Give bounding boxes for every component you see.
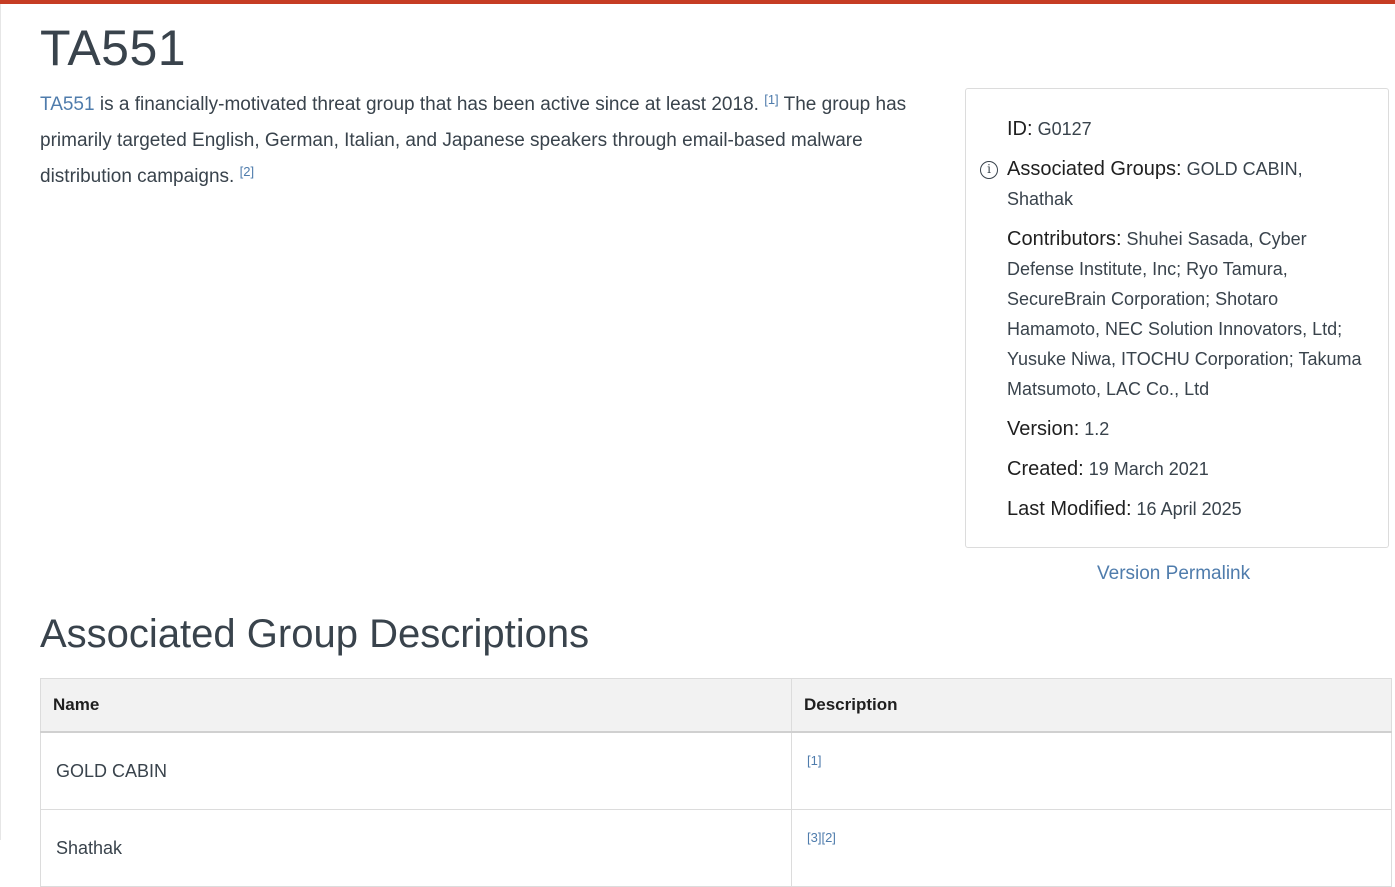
table-header-row: Name Description bbox=[40, 678, 1392, 733]
page-title: TA551 bbox=[40, 20, 187, 76]
last-modified-value: 16 April 2025 bbox=[1136, 499, 1242, 519]
id-label: ID bbox=[1007, 118, 1027, 140]
ta551-link[interactable]: TA551 bbox=[40, 94, 95, 115]
contributors-label: Contributors bbox=[1007, 228, 1116, 250]
info-icon[interactable]: i bbox=[980, 161, 998, 179]
version-permalink[interactable]: Version Permalink bbox=[1097, 563, 1250, 585]
citation-2[interactable]: [2] bbox=[240, 164, 254, 179]
top-accent-bar bbox=[0, 0, 1395, 4]
associated-groups-row: Associated Groups: GOLD CABIN, Shathak bbox=[1007, 158, 1303, 209]
version-value: 1.2 bbox=[1084, 419, 1110, 439]
citation-link[interactable]: [2] bbox=[821, 830, 835, 845]
contributors-row: Contributors: Shuhei Sasada, Cyber Defen… bbox=[1007, 228, 1362, 399]
group-refs-cell: [3][2] bbox=[791, 809, 1392, 887]
group-description: TA551 is a financially-motivated threat … bbox=[40, 87, 925, 195]
group-refs-cell: [1] bbox=[791, 731, 1392, 810]
created-value: 19 March 2021 bbox=[1088, 459, 1209, 479]
last-modified-label: Last Modified bbox=[1007, 498, 1126, 520]
description-text-1: is a financially-motivated threat group … bbox=[94, 94, 765, 115]
group-name-cell: Shathak bbox=[40, 809, 792, 887]
column-header-description[interactable]: Description bbox=[791, 678, 1392, 733]
table-row: Shathak [3][2] bbox=[40, 809, 1392, 887]
section-title: Associated Group Descriptions bbox=[40, 612, 590, 656]
citation-link[interactable]: [3] bbox=[807, 830, 821, 845]
contributors-value: Shuhei Sasada, Cyber Defense Institute, … bbox=[1007, 229, 1362, 399]
associated-groups-label: Associated Groups bbox=[1007, 158, 1176, 180]
citation-link[interactable]: [1] bbox=[807, 753, 821, 768]
associated-groups-table: Name Description GOLD CABIN [1] Shathak … bbox=[40, 678, 1392, 887]
created-label: Created bbox=[1007, 458, 1079, 480]
group-name-cell: GOLD CABIN bbox=[40, 731, 792, 810]
id-value: G0127 bbox=[1037, 119, 1092, 139]
id-row: ID: G0127 bbox=[1007, 118, 1092, 140]
version-label: Version bbox=[1007, 418, 1074, 440]
citation-1[interactable]: [1] bbox=[764, 92, 778, 107]
metadata-card: ID: G0127 i Associated Groups: GOLD CABI… bbox=[965, 88, 1389, 548]
left-border bbox=[0, 4, 1, 840]
table-row: GOLD CABIN [1] bbox=[40, 731, 1392, 810]
created-row: Created: 19 March 2021 bbox=[1007, 458, 1209, 480]
last-modified-row: Last Modified: 16 April 2025 bbox=[1007, 498, 1242, 520]
column-header-name[interactable]: Name bbox=[40, 678, 792, 733]
version-row: Version: 1.2 bbox=[1007, 418, 1110, 440]
